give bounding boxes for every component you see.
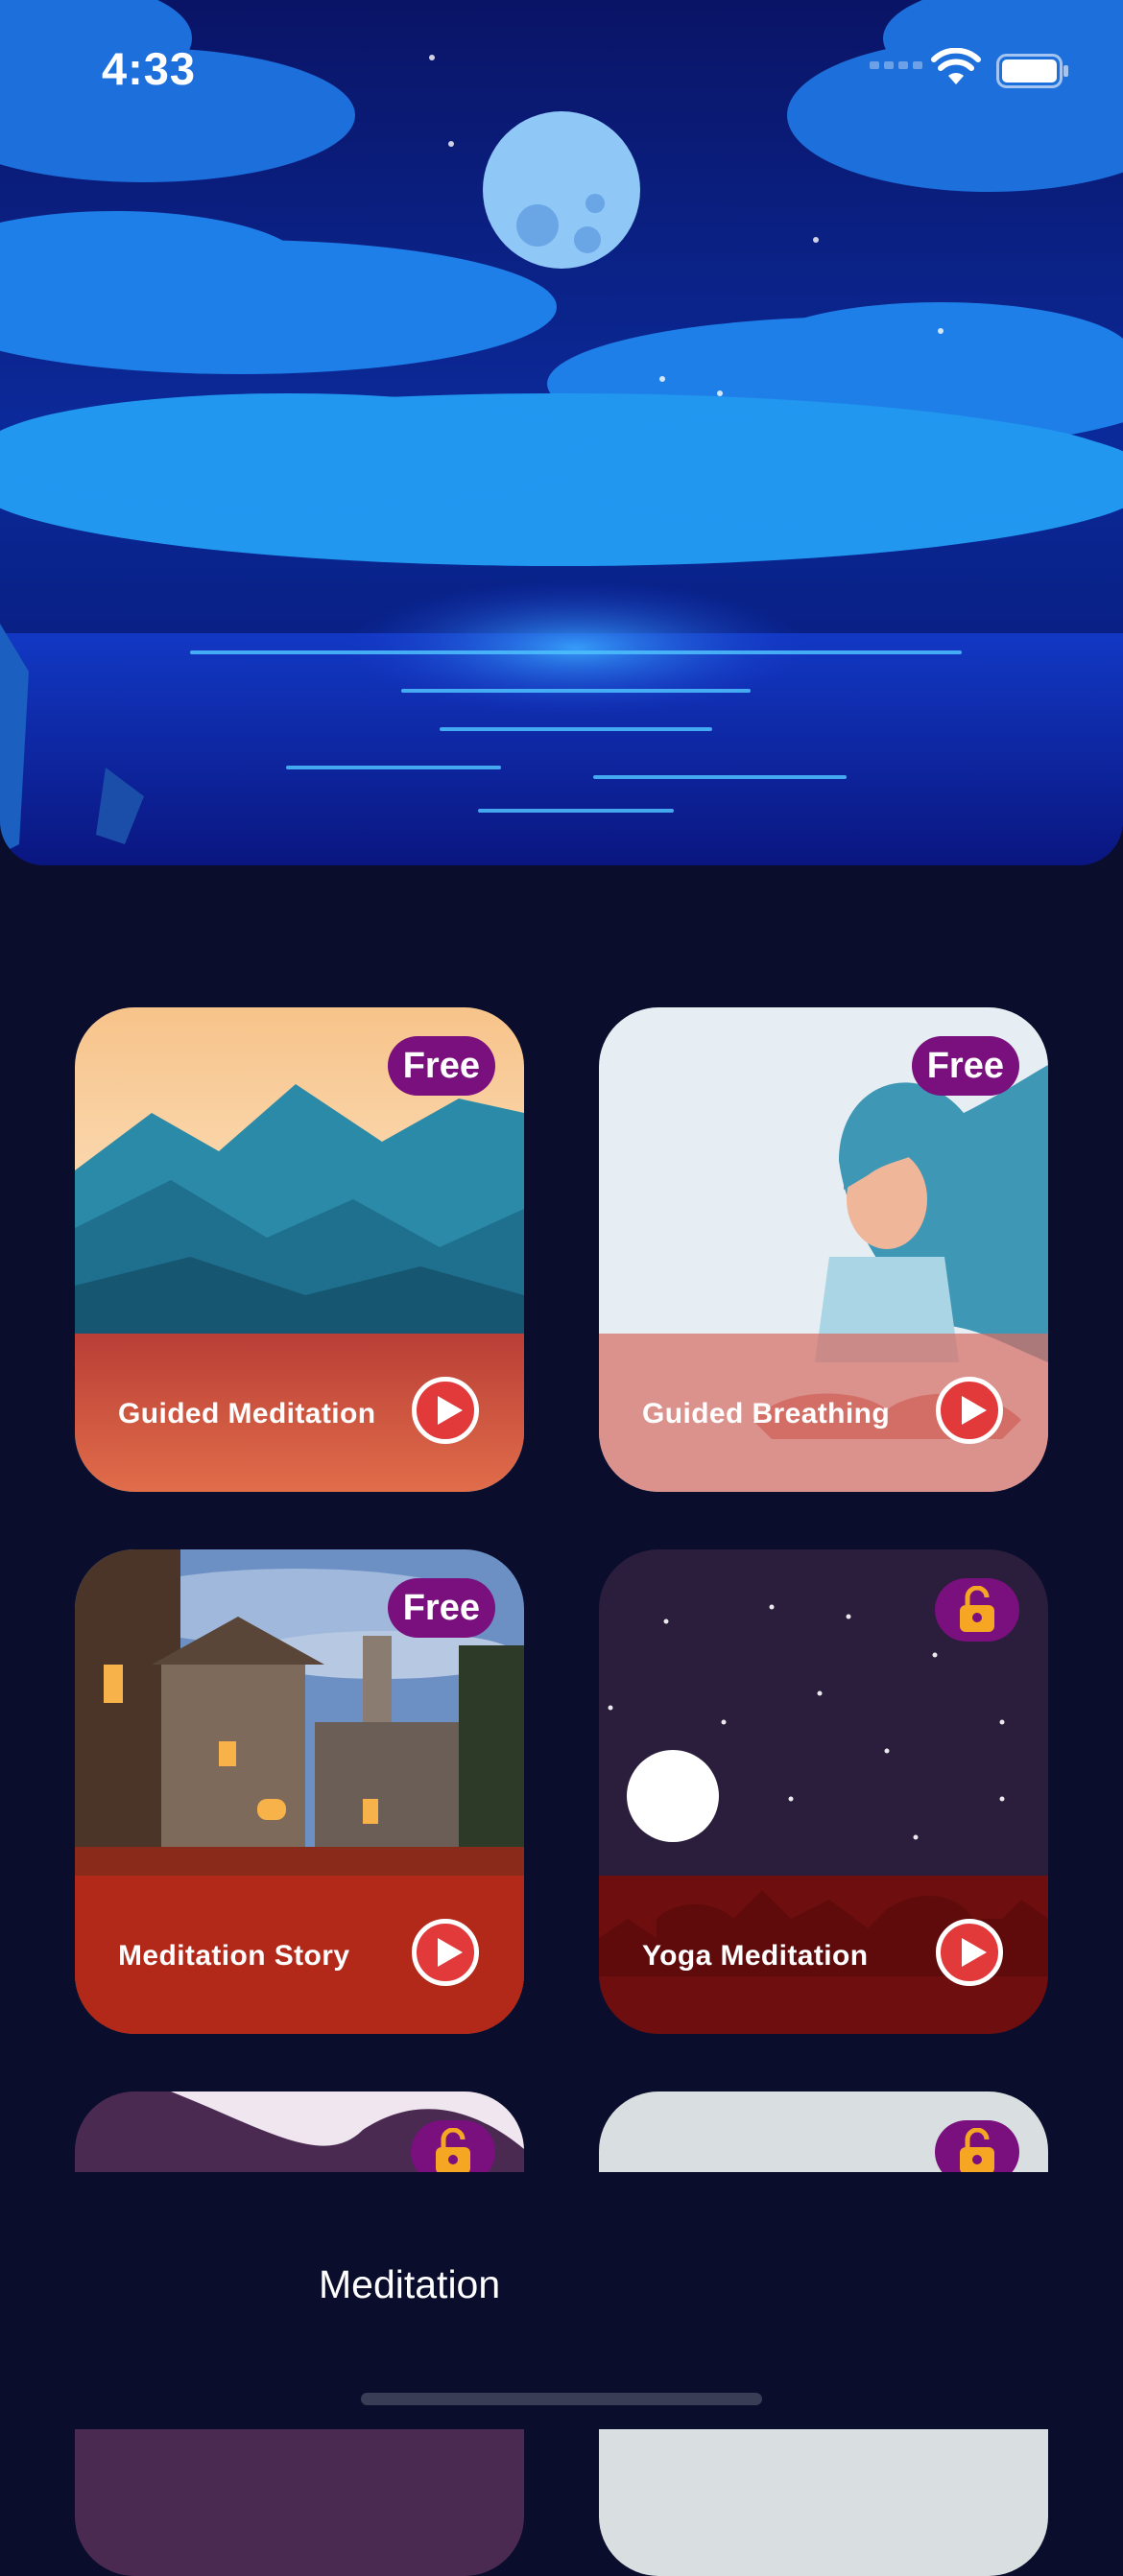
card-guided-meditation[interactable]: Free Guided Meditation [75, 1007, 524, 1492]
play-button[interactable] [412, 1377, 479, 1444]
unlock-icon [960, 2128, 994, 2174]
card-title: Guided Meditation [118, 1398, 376, 1430]
play-button[interactable] [936, 1377, 1003, 1444]
unlock-icon [960, 1586, 994, 1632]
battery-icon [996, 54, 1068, 88]
wifi-icon [931, 48, 981, 84]
card-title: Guided Breathing [642, 1398, 891, 1430]
status-bar: 4:33 [0, 0, 1123, 144]
card-meditation-story[interactable]: Free Meditation Story [75, 1549, 524, 2034]
free-badge: Free [911, 1036, 1019, 1096]
lock-badge [935, 1578, 1019, 1642]
status-time: 4:33 [102, 43, 197, 94]
tab-bar [0, 2172, 1123, 2429]
card-title: Yoga Meditation [642, 1940, 869, 1972]
card-yoga-meditation[interactable]: Yoga Meditation [599, 1549, 1048, 2034]
home-indicator [361, 2393, 762, 2405]
free-badge: Free [387, 1036, 495, 1096]
card-guided-breathing[interactable]: Free Guided Breathing [599, 1007, 1048, 1492]
unlock-icon [436, 2128, 470, 2174]
tab-label-meditation: Meditation [319, 2262, 501, 2306]
play-button[interactable] [412, 1919, 479, 1986]
card-title: Meditation Story [118, 1940, 350, 1972]
cellular-signal-icon [870, 61, 922, 69]
free-badge: Free [387, 1578, 495, 1638]
play-button[interactable] [936, 1919, 1003, 1986]
